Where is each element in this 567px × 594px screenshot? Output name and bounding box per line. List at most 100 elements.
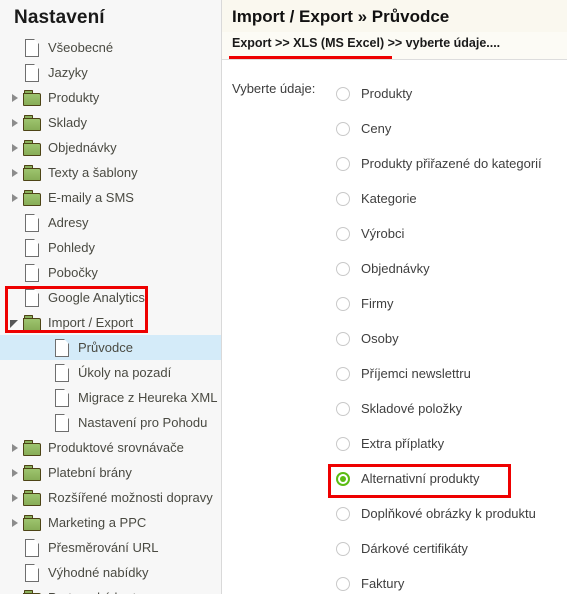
radio-button-icon[interactable] <box>336 331 350 346</box>
sidebar-item-objedn-vky[interactable]: Objednávky <box>0 135 221 160</box>
folder-icon <box>23 589 41 594</box>
page-icon <box>23 289 41 307</box>
sidebar-item-label: Texty a šablony <box>48 165 138 180</box>
sidebar-item-produktov-srovn-va-e[interactable]: Produktové srovnávače <box>0 435 221 460</box>
chevron-right-icon[interactable] <box>8 191 22 205</box>
radio-button-icon[interactable] <box>336 86 350 101</box>
chevron-right-icon[interactable] <box>8 591 22 594</box>
radio-option-kategorie[interactable]: Kategorie <box>334 181 567 216</box>
radio-option-p-jemci-newslettru[interactable]: Příjemci newslettru <box>334 356 567 391</box>
radio-button-icon[interactable] <box>336 436 350 451</box>
radio-option-label: Produkty <box>361 86 413 101</box>
radio-option-label: Kategorie <box>361 191 417 206</box>
radio-button-icon[interactable] <box>336 121 350 136</box>
radio-button-icon[interactable] <box>336 366 350 381</box>
radio-option-extra-p-platky[interactable]: Extra příplatky <box>334 426 567 461</box>
chevron-right-icon[interactable] <box>8 166 22 180</box>
radio-option-produkty-p-i-azen-do-kategori[interactable]: Produkty přiřazené do kategorií <box>334 146 567 181</box>
sidebar-item-p-esm-rov-n-url[interactable]: Přesměrování URL <box>0 535 221 560</box>
sidebar-item-pohledy[interactable]: Pohledy <box>0 235 221 260</box>
sidebar-item-label: Pohledy <box>48 240 95 255</box>
radio-option-d-rkov-certifik-ty[interactable]: Dárkové certifikáty <box>334 531 567 566</box>
sidebar-item-e-maily-a-sms[interactable]: E-maily a SMS <box>0 185 221 210</box>
chevron-down-icon[interactable] <box>8 316 22 330</box>
page-icon <box>53 364 71 382</box>
sidebar-item-texty-a-ablony[interactable]: Texty a šablony <box>0 160 221 185</box>
radio-button-icon[interactable] <box>336 261 350 276</box>
page-icon <box>53 339 71 357</box>
sidebar-item-marketing-a-ppc[interactable]: Marketing a PPC <box>0 510 221 535</box>
radio-button-selected-icon[interactable] <box>336 471 350 486</box>
page-icon <box>23 239 41 257</box>
chevron-right-icon[interactable] <box>8 91 22 105</box>
main-content: Import / Export » Průvodce Export >> XLS… <box>222 0 567 594</box>
sidebar-item-label: Všeobecné <box>48 40 114 55</box>
folder-icon <box>23 514 41 531</box>
chevron-right-icon[interactable] <box>8 466 22 480</box>
sidebar-item-label: Průvodce <box>78 340 133 355</box>
breadcrumb-bar: Export >> XLS (MS Excel) >> vyberte údaj… <box>222 32 567 60</box>
sidebar-item-jazyky[interactable]: Jazyky <box>0 60 221 85</box>
sidebar-item-import-export[interactable]: Import / Export <box>0 310 221 335</box>
radio-option-objedn-vky[interactable]: Objednávky <box>334 251 567 286</box>
folder-icon <box>23 114 41 131</box>
chevron-right-icon[interactable] <box>8 441 22 455</box>
radio-button-icon[interactable] <box>336 296 350 311</box>
folder-icon <box>23 189 41 206</box>
sidebar-item-platebn-br-ny[interactable]: Platební brány <box>0 460 221 485</box>
sidebar-item-produkty[interactable]: Produkty <box>0 85 221 110</box>
sidebar-item-v-hodn-nab-dky[interactable]: Výhodné nabídky <box>0 560 221 585</box>
radio-option-alternativn-produkty[interactable]: Alternativní produkty <box>328 461 567 498</box>
radio-option-label: Alternativní produkty <box>361 471 480 486</box>
chevron-right-icon[interactable] <box>8 116 22 130</box>
folder-icon <box>23 139 41 156</box>
sidebar-item-label: Marketing a PPC <box>48 515 147 530</box>
sidebar-item-label: Pobočky <box>48 265 98 280</box>
sidebar-item-nastaven-pro-pohodu[interactable]: Nastavení pro Pohodu <box>0 410 221 435</box>
sidebar-item-sklady[interactable]: Sklady <box>0 110 221 135</box>
sidebar-item-partnersk-karty[interactable]: Partnerské karty <box>0 585 221 594</box>
radio-option-skladov-polo-ky[interactable]: Skladové položky <box>334 391 567 426</box>
radio-option-label: Osoby <box>361 331 399 346</box>
page-icon <box>53 389 71 407</box>
sidebar-item-koly-na-pozad[interactable]: Úkoly na pozadí <box>0 360 221 385</box>
radio-button-icon[interactable] <box>336 506 350 521</box>
radio-button-icon[interactable] <box>336 541 350 556</box>
sidebar-item-migrace-z-heureka-xml[interactable]: Migrace z Heureka XML <box>0 385 221 410</box>
sidebar-item-v-eobecn[interactable]: Všeobecné <box>0 35 221 60</box>
radio-option-dopl-kov-obr-zky-k-produktu[interactable]: Doplňkové obrázky k produktu <box>334 496 567 531</box>
sidebar-item-label: Import / Export <box>48 315 134 330</box>
radio-option-label: Doplňkové obrázky k produktu <box>361 506 536 521</box>
radio-option-ceny[interactable]: Ceny <box>334 111 567 146</box>
radio-option-faktury[interactable]: Faktury <box>334 566 567 594</box>
radio-option-label: Příjemci newslettru <box>361 366 471 381</box>
radio-button-icon[interactable] <box>336 226 350 241</box>
sidebar-item-pobo-ky[interactable]: Pobočky <box>0 260 221 285</box>
radio-button-icon[interactable] <box>336 156 350 171</box>
radio-option-produkty[interactable]: Produkty <box>334 76 567 111</box>
folder-icon <box>23 439 41 456</box>
radio-option-v-robci[interactable]: Výrobci <box>334 216 567 251</box>
breadcrumb[interactable]: Export >> XLS (MS Excel) >> vyberte údaj… <box>232 32 500 54</box>
radio-option-osoby[interactable]: Osoby <box>334 321 567 356</box>
radio-button-icon[interactable] <box>336 191 350 206</box>
chevron-right-icon[interactable] <box>8 141 22 155</box>
radio-button-icon[interactable] <box>336 401 350 416</box>
sidebar-item-google-analytics[interactable]: Google Analytics <box>0 285 221 310</box>
chevron-right-icon[interactable] <box>8 516 22 530</box>
sidebar-item-adresy[interactable]: Adresy <box>0 210 221 235</box>
sidebar-item-label: E-maily a SMS <box>48 190 134 205</box>
radio-button-icon[interactable] <box>336 576 350 591</box>
sidebar-item-label: Platební brány <box>48 465 132 480</box>
chevron-right-icon[interactable] <box>8 491 22 505</box>
sidebar-item-roz-en-mo-nosti-dopravy[interactable]: Rozšířené možnosti dopravy <box>0 485 221 510</box>
radio-option-firmy[interactable]: Firmy <box>334 286 567 321</box>
select-data-label: Vyberte údaje: <box>232 81 316 96</box>
sidebar-item-label: Migrace z Heureka XML <box>78 390 218 405</box>
sidebar-item-pr-vodce[interactable]: Průvodce <box>0 335 221 360</box>
page-title: Import / Export » Průvodce <box>232 7 450 26</box>
